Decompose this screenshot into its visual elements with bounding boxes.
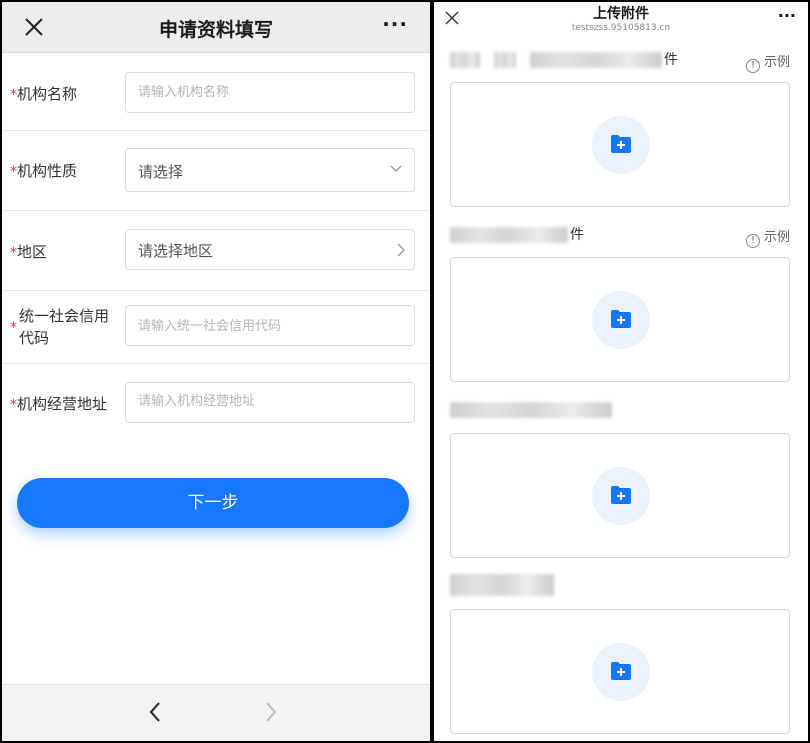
page-title: 上传附件	[593, 6, 649, 22]
upload-folder-icon	[592, 116, 650, 174]
form-row-org-type: *机构性质 请选择	[2, 131, 430, 211]
org-name-input[interactable]: 请输入机构名称	[125, 72, 415, 113]
forward-arrow-icon[interactable]	[264, 701, 278, 723]
credit-code-input[interactable]: 请输入统一社会信用代码	[125, 305, 415, 346]
region-label: *地区	[10, 243, 48, 261]
upload-box[interactable]	[450, 82, 790, 207]
top-bar: 申请资料填写 ···	[2, 2, 430, 53]
page-url: testszss.95105813.cn	[571, 23, 671, 33]
form-row-address: *机构经营地址 请输入机构经营地址	[2, 364, 430, 442]
section-label: 件	[450, 49, 678, 69]
upload-box[interactable]	[450, 433, 790, 558]
credit-code-label: * 统一社会信用代码	[10, 307, 110, 347]
example-link[interactable]: ! 示例	[745, 226, 790, 248]
org-type-label: *机构性质	[10, 162, 78, 180]
more-menu-button[interactable]: ···	[382, 12, 408, 36]
address-input[interactable]: 请输入机构经营地址	[125, 382, 415, 423]
upload-folder-icon	[592, 643, 650, 701]
section-label	[450, 574, 556, 596]
info-icon: !	[745, 59, 760, 73]
form-row-region: *地区 请选择地区	[2, 211, 430, 291]
info-icon: !	[745, 234, 760, 248]
org-name-label: *机构名称	[10, 85, 78, 103]
form-row-credit-code: * 统一社会信用代码 请输入统一社会信用代码	[2, 291, 430, 364]
upload-box[interactable]	[450, 609, 790, 734]
required-mark: *	[10, 87, 17, 103]
chevron-down-icon	[390, 165, 402, 172]
upload-screen: 上传附件 testszss.95105813.cn ··· 件 ! 示例 件 ! 示…	[434, 2, 808, 741]
example-link[interactable]: ! 示例	[745, 51, 790, 73]
address-label: *机构经营地址	[10, 395, 108, 413]
back-arrow-icon[interactable]	[148, 701, 162, 723]
upload-folder-icon	[592, 291, 650, 349]
upload-box[interactable]	[450, 257, 790, 382]
section-label: 件	[450, 224, 584, 244]
form-screen: 申请资料填写 ··· *机构名称 请输入机构名称 *机构性质 请选择 *地区 请…	[2, 2, 430, 741]
section-label	[450, 402, 614, 422]
browser-nav-bar	[2, 684, 430, 741]
org-type-select[interactable]: 请选择	[125, 148, 415, 192]
next-step-button[interactable]: 下一步	[17, 478, 409, 528]
form-row-org-name: *机构名称 请输入机构名称	[2, 54, 430, 131]
top-bar: 上传附件 testszss.95105813.cn ···	[434, 2, 808, 38]
page-title: 申请资料填写	[158, 19, 273, 41]
more-menu-button[interactable]: ···	[778, 6, 796, 25]
upload-folder-icon	[592, 467, 650, 525]
chevron-right-icon	[397, 243, 405, 257]
region-picker[interactable]: 请选择地区	[125, 229, 415, 270]
